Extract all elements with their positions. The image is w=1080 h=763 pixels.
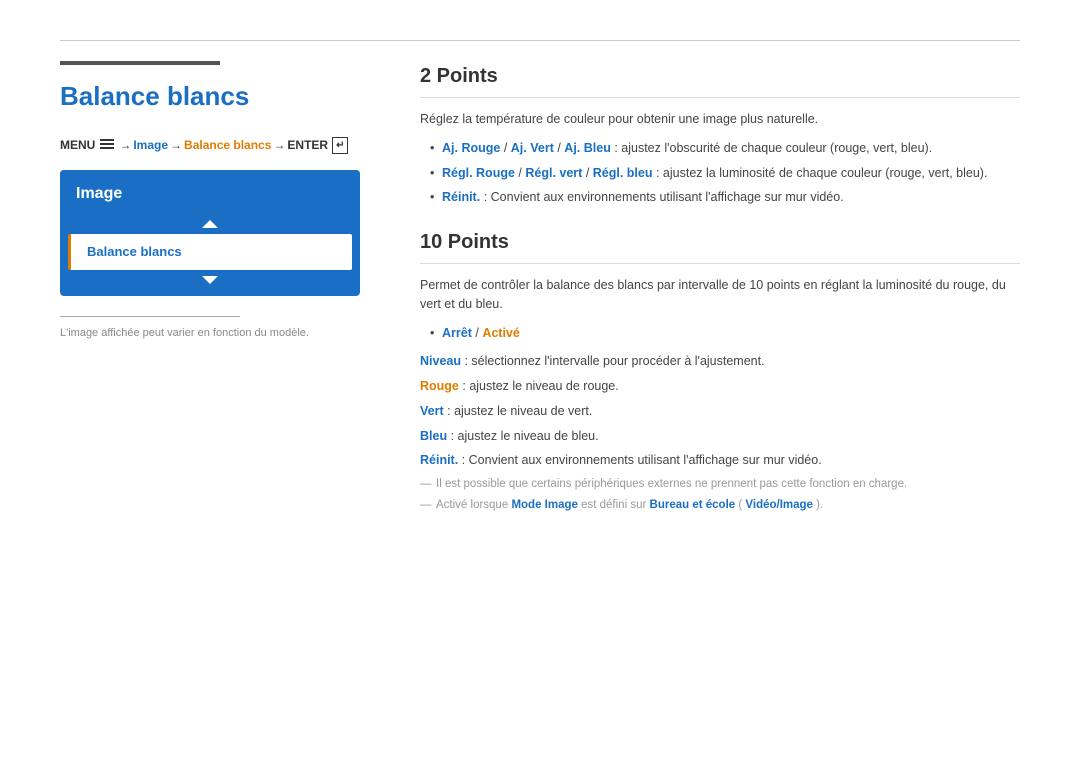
enter-label: ENTER	[287, 136, 328, 154]
reinit-10p-desc: : Convient aux environnements utilisant …	[462, 453, 822, 467]
section-2points: 2 Points Réglez la température de couleu…	[420, 61, 1020, 207]
niveau-desc: : sélectionnez l'intervalle pour procéde…	[464, 354, 764, 368]
note-mode-image: Mode Image	[511, 499, 577, 511]
vert-line: Vert : ajustez le niveau de vert.	[420, 402, 1020, 421]
note-2-close: ).	[816, 499, 823, 511]
rouge-line: Rouge : ajustez le niveau de rouge.	[420, 377, 1020, 396]
arrow3: →	[273, 136, 285, 154]
niveau-label: Niveau	[420, 354, 461, 368]
arret-active-list: Arrêt / Activé	[420, 324, 1020, 343]
nav-box: Image Balance blancs	[60, 170, 360, 296]
balance-link: Balance blancs	[184, 136, 271, 154]
note-video-image: Vidéo/Image	[745, 499, 813, 511]
aj-desc: : ajustez l'obscurité de chaque couleur …	[614, 141, 932, 155]
aj-bleu: Aj. Bleu	[564, 141, 611, 155]
menu-path: MENU → Image → Balance blancs → ENTER ↵	[60, 136, 360, 154]
sep1: /	[504, 141, 511, 155]
section-2points-intro: Réglez la température de couleur pour ob…	[420, 110, 1020, 129]
section-10points-intro: Permet de contrôler la balance des blanc…	[420, 276, 1020, 314]
arrow1: →	[119, 136, 131, 154]
note-1-text: Il est possible que certains périphériqu…	[436, 478, 907, 490]
reinit-10p-line: Réinit. : Convient aux environnements ut…	[420, 451, 1020, 470]
title-accent	[60, 61, 220, 65]
menu-icon	[100, 136, 114, 154]
top-rule	[60, 40, 1020, 41]
nav-arrow-down[interactable]	[60, 270, 360, 296]
rouge-label: Rouge	[420, 379, 459, 393]
footnote: L'image affichée peut varier en fonction…	[60, 325, 360, 342]
note-2-paren: (	[738, 499, 742, 511]
vert-label: Vert	[420, 404, 444, 418]
enter-icon: ↵	[332, 137, 348, 154]
note-1: Il est possible que certains périphériqu…	[420, 476, 1020, 493]
bullet-arret-active: Arrêt / Activé	[430, 324, 1020, 343]
arret-label: Arrêt	[442, 326, 472, 340]
regl-desc: : ajustez la luminosité de chaque couleu…	[656, 166, 987, 180]
bullet-reinit-2p: Réinit. : Convient aux environnements ut…	[430, 188, 1020, 207]
regl-rouge: Régl. Rouge	[442, 166, 515, 180]
regl-vert: Régl. vert	[525, 166, 582, 180]
nav-selected-item[interactable]: Balance blancs	[68, 234, 352, 270]
sep4: /	[586, 166, 593, 180]
regl-bleu: Régl. bleu	[593, 166, 653, 180]
aj-vert: Aj. Vert	[511, 141, 554, 155]
niveau-line: Niveau : sélectionnez l'intervalle pour …	[420, 352, 1020, 371]
menu-label: MENU	[60, 136, 95, 154]
left-column: Balance blancs MENU → Image → Balance bl…	[60, 61, 360, 341]
note-bureau: Bureau et école	[650, 499, 736, 511]
reinit-2p-label: Réinit.	[442, 190, 480, 204]
note-2-mid: est défini sur	[581, 499, 649, 511]
nav-header: Image	[60, 170, 360, 214]
section-10points: 10 Points Permet de contrôler la balance…	[420, 227, 1020, 515]
reinit-10p-label: Réinit.	[420, 453, 458, 467]
section-2points-title: 2 Points	[420, 61, 1020, 98]
bleu-line: Bleu : ajustez le niveau de bleu.	[420, 427, 1020, 446]
note-2-prefix: Activé lorsque	[436, 499, 511, 511]
image-link: Image	[133, 136, 168, 154]
section-10points-title: 10 Points	[420, 227, 1020, 264]
nav-arrow-up[interactable]	[60, 214, 360, 234]
active-label: Activé	[482, 326, 520, 340]
aj-rouge: Aj. Rouge	[442, 141, 500, 155]
rouge-desc: : ajustez le niveau de rouge.	[462, 379, 618, 393]
bullet-list-2points: Aj. Rouge / Aj. Vert / Aj. Bleu : ajuste…	[420, 139, 1020, 207]
bullet-aj-colors: Aj. Rouge / Aj. Vert / Aj. Bleu : ajuste…	[430, 139, 1020, 158]
vert-desc: : ajustez le niveau de vert.	[447, 404, 592, 418]
bleu-label: Bleu	[420, 429, 447, 443]
reinit-2p-desc: : Convient aux environnements utilisant …	[484, 190, 844, 204]
bleu-desc: : ajustez le niveau de bleu.	[451, 429, 599, 443]
right-column: 2 Points Réglez la température de couleu…	[420, 61, 1020, 535]
page-container: Balance blancs MENU → Image → Balance bl…	[0, 0, 1080, 763]
layout: Balance blancs MENU → Image → Balance bl…	[60, 61, 1020, 535]
footnote-line	[60, 316, 240, 317]
bullet-regl-colors: Régl. Rouge / Régl. vert / Régl. bleu : …	[430, 164, 1020, 183]
page-title: Balance blancs	[60, 77, 360, 116]
arrow2: →	[170, 136, 182, 154]
note-2: Activé lorsque Mode Image est défini sur…	[420, 497, 1020, 514]
